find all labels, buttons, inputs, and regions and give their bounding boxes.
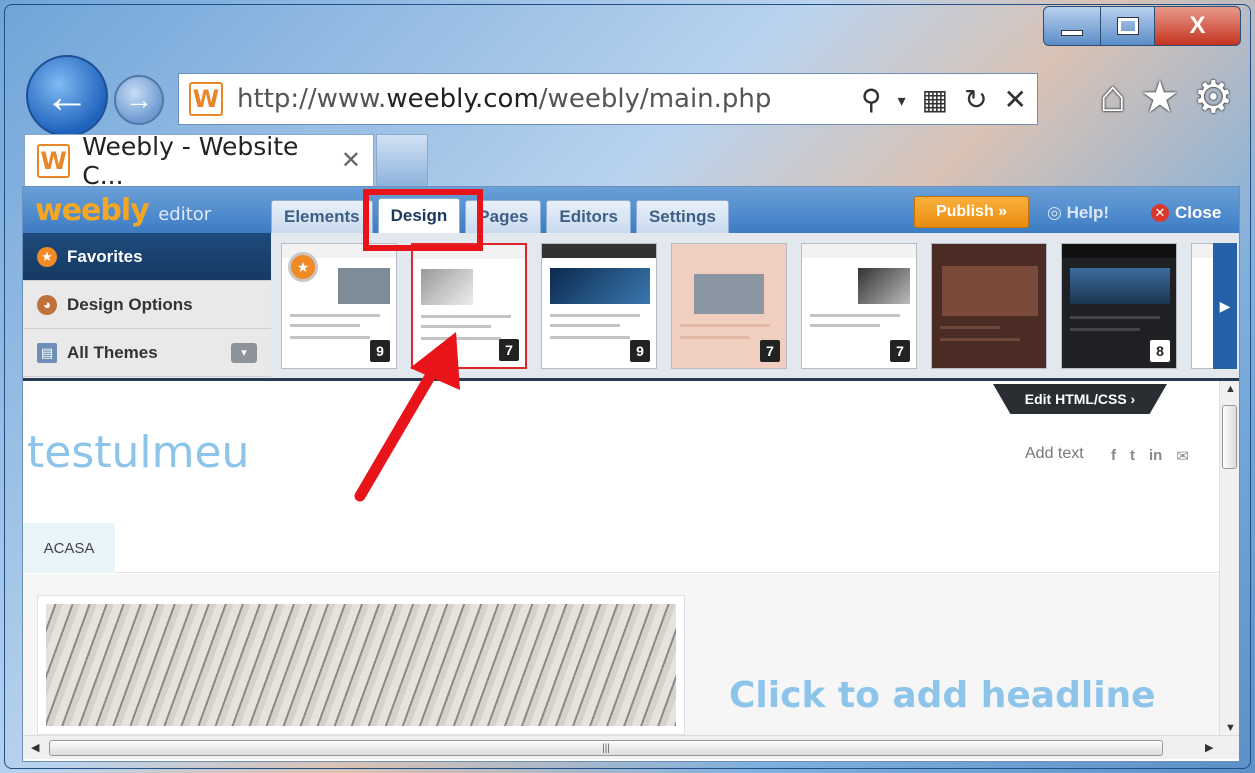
- new-tab-button[interactable]: [376, 134, 428, 186]
- sidebar-item-all-themes[interactable]: ▤ All Themes ▾: [23, 329, 271, 377]
- twitter-icon[interactable]: t: [1130, 447, 1135, 465]
- annotation-highlight-box: [363, 189, 483, 251]
- weebly-favicon-icon: W: [37, 143, 71, 178]
- dropdown-icon[interactable]: ▾: [898, 91, 906, 116]
- home-icon[interactable]: ⌂: [1100, 72, 1127, 123]
- dropdown-icon[interactable]: ▾: [231, 342, 257, 363]
- edit-html-css-button[interactable]: Edit HTML/CSS ›: [993, 384, 1167, 414]
- compatibility-view-icon[interactable]: ▦: [922, 83, 948, 116]
- maximize-button[interactable]: [1101, 6, 1155, 46]
- design-panel: ★ Favorites ◕ Design Options ▤ All Theme…: [23, 233, 1239, 381]
- close-window-button[interactable]: X: [1155, 6, 1241, 46]
- weebly-editor-bar: weebly editor Elements Design Pages Edit…: [23, 187, 1239, 233]
- forward-arrow-icon: →: [125, 84, 153, 115]
- color-count-badge: 7: [890, 340, 910, 362]
- palette-icon: ◕: [37, 294, 57, 315]
- minimize-button[interactable]: [1043, 6, 1101, 46]
- refresh-icon[interactable]: ↻: [964, 83, 987, 116]
- color-count-badge: 7: [760, 340, 780, 362]
- close-icon: X: [1189, 12, 1206, 39]
- scroll-left-icon[interactable]: ◀: [31, 741, 39, 754]
- close-circle-icon: ✕: [1151, 204, 1169, 222]
- roof-photo: [46, 604, 676, 726]
- weebly-favicon-icon: W: [189, 82, 223, 116]
- site-title[interactable]: testulmeu: [27, 427, 249, 478]
- theme-thumbnail[interactable]: 7: [801, 243, 917, 369]
- add-text-link[interactable]: Add text: [1025, 445, 1084, 463]
- annotation-arrow-icon: [354, 332, 460, 502]
- chevron-right-icon: ▶: [1219, 297, 1231, 314]
- sidebar-item-design-options[interactable]: ◕ Design Options: [23, 281, 271, 329]
- back-arrow-icon: ←: [44, 70, 90, 122]
- publish-button[interactable]: Publish »: [914, 196, 1029, 228]
- color-count-badge: 9: [630, 340, 650, 362]
- color-count-badge: 8: [1150, 340, 1170, 362]
- favorites-star-icon[interactable]: ★: [1140, 72, 1179, 123]
- window-caption-buttons: X: [1043, 6, 1241, 46]
- facebook-icon[interactable]: f: [1111, 447, 1116, 465]
- back-button[interactable]: ←: [26, 55, 108, 137]
- design-sidebar: ★ Favorites ◕ Design Options ▤ All Theme…: [23, 233, 271, 378]
- linkedin-icon[interactable]: in: [1149, 447, 1162, 465]
- address-bar-actions: ⚲ ▾ ▦ ↻ ✕: [861, 83, 1037, 116]
- browser-tab[interactable]: W Weebly - Website C... ✕: [24, 132, 374, 190]
- page-content: weebly editor Elements Design Pages Edit…: [22, 186, 1240, 762]
- site-navbar: ACASA: [23, 523, 1219, 573]
- social-icons: f t in ✉: [1111, 447, 1189, 465]
- horizontal-scrollbar[interactable]: ◀ ||| ▶: [23, 735, 1239, 759]
- email-icon[interactable]: ✉: [1176, 447, 1189, 465]
- tab-elements[interactable]: Elements: [271, 200, 373, 233]
- theme-thumbnail[interactable]: [931, 243, 1047, 369]
- editor-tabs: Elements Design Pages Editors Settings: [271, 198, 729, 233]
- themes-icon: ▤: [37, 342, 57, 363]
- close-tab-icon[interactable]: ✕: [341, 146, 361, 175]
- forward-button[interactable]: →: [114, 75, 164, 125]
- headline-placeholder[interactable]: Click to add headline: [729, 675, 1156, 716]
- sidebar-item-favorites[interactable]: ★ Favorites: [23, 233, 271, 281]
- star-badge-icon: ★: [37, 246, 57, 267]
- toolbar-icons: ⌂ ★ ⚙: [1100, 72, 1233, 123]
- help-link[interactable]: ◎ Help!: [1047, 203, 1109, 223]
- tab-settings[interactable]: Settings: [635, 200, 729, 233]
- theme-thumbnail[interactable]: 7: [671, 243, 787, 369]
- tab-editors[interactable]: Editors: [546, 200, 631, 233]
- vertical-scroll-thumb[interactable]: [1222, 405, 1237, 469]
- vertical-scrollbar[interactable]: ▲ ▼: [1219, 381, 1239, 736]
- scroll-down-icon[interactable]: ▼: [1225, 722, 1236, 734]
- nav-item-acasa[interactable]: ACASA: [23, 523, 115, 573]
- settings-gear-icon[interactable]: ⚙: [1194, 72, 1233, 123]
- close-editor-button[interactable]: ✕ Close: [1151, 203, 1221, 223]
- weebly-logo: weebly editor: [35, 193, 212, 228]
- stop-icon[interactable]: ✕: [1004, 83, 1027, 116]
- maximize-icon: [1116, 17, 1139, 35]
- search-icon[interactable]: ⚲: [861, 83, 882, 116]
- tab-title: Weebly - Website C...: [82, 131, 299, 190]
- scroll-right-icon[interactable]: ▶: [1205, 741, 1213, 754]
- theme-thumbnail[interactable]: 9: [541, 243, 657, 369]
- favorite-star-icon: ★: [288, 252, 318, 282]
- themes-next-button[interactable]: ▶: [1213, 243, 1237, 369]
- minimize-icon: [1061, 30, 1083, 36]
- site-image[interactable]: [37, 595, 685, 735]
- help-icon: ◎: [1047, 203, 1067, 222]
- theme-thumbnail[interactable]: 8: [1061, 243, 1177, 369]
- address-bar[interactable]: W http://www.weebly.com/weebly/main.php …: [178, 73, 1038, 125]
- scroll-up-icon[interactable]: ▲: [1225, 383, 1236, 395]
- url-text[interactable]: http://www.weebly.com/weebly/main.php: [237, 84, 771, 114]
- horizontal-scroll-thumb[interactable]: |||: [49, 740, 1163, 756]
- color-count-badge: 7: [499, 339, 519, 361]
